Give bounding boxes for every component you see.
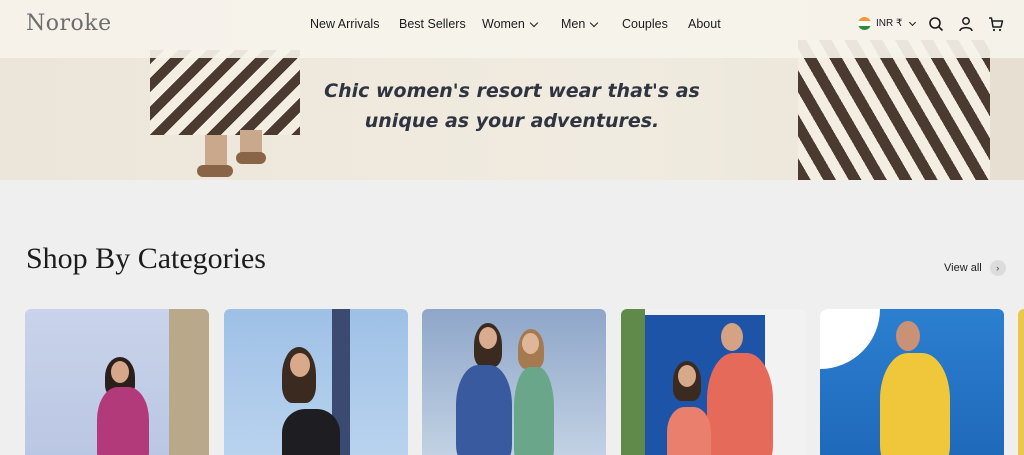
cart-icon[interactable] xyxy=(988,16,1004,32)
category-card[interactable] xyxy=(621,309,805,455)
plant xyxy=(621,309,645,455)
person-head xyxy=(479,327,497,349)
person-outfit xyxy=(880,353,950,455)
person-outfit xyxy=(97,387,149,455)
hero-leg xyxy=(205,135,227,165)
hero-sandal xyxy=(197,165,233,177)
currency-label: INR ₹ xyxy=(876,18,903,29)
search-icon[interactable] xyxy=(928,16,944,32)
category-card-partial[interactable] xyxy=(1018,309,1024,455)
person-outfit xyxy=(514,367,554,455)
person-head xyxy=(896,321,920,351)
nav-men[interactable]: Men xyxy=(561,17,599,31)
chevron-down-icon xyxy=(529,18,539,27)
category-card[interactable] xyxy=(820,309,1004,455)
chevron-down-icon xyxy=(590,18,599,27)
hero-tagline-line2: unique as your adventures. xyxy=(364,110,660,132)
hero-sandal xyxy=(236,152,266,164)
chevron-right-icon: › xyxy=(989,260,1006,276)
view-all-label: View all xyxy=(944,262,982,274)
view-all-link[interactable]: View all › xyxy=(944,260,1006,276)
sail-fabric xyxy=(169,309,209,455)
person-head xyxy=(290,353,310,377)
nav-label: About xyxy=(688,17,721,31)
person-outfit xyxy=(667,407,711,455)
nav-label: Men xyxy=(561,17,586,31)
category-card[interactable] xyxy=(224,309,408,455)
person-outfit xyxy=(456,365,512,455)
india-flag-icon xyxy=(858,17,871,30)
hero-striped-dress-right xyxy=(798,40,993,180)
nav-label: Best Sellers xyxy=(399,17,466,31)
currency-selector[interactable]: INR ₹ xyxy=(858,17,917,30)
nav-about[interactable]: About xyxy=(688,17,721,31)
hero-tagline: Chic women's resort wear that's as uniqu… xyxy=(310,76,714,136)
nav-women[interactable]: Women xyxy=(482,17,539,31)
category-card[interactable] xyxy=(25,309,209,455)
person-head xyxy=(678,365,696,387)
nav-label: Women xyxy=(482,17,525,31)
person-outfit xyxy=(282,409,340,455)
section-title-categories: Shop By Categories xyxy=(26,242,266,275)
nav-couples[interactable]: Couples xyxy=(622,17,668,31)
hero-striped-skirt-left xyxy=(150,50,300,135)
nav-best-sellers[interactable]: Best Sellers xyxy=(399,17,466,31)
site-header: Noroke New Arrivals Best Sellers Women M… xyxy=(0,0,1024,58)
person-outfit xyxy=(707,353,773,455)
nav-new-arrivals[interactable]: New Arrivals xyxy=(310,17,379,31)
person-head xyxy=(721,323,743,351)
category-card[interactable] xyxy=(422,309,606,455)
nav-label: Couples xyxy=(622,17,668,31)
person-head xyxy=(111,361,129,383)
brand-logo[interactable]: Noroke xyxy=(26,11,112,36)
person-head xyxy=(522,333,539,354)
account-icon[interactable] xyxy=(958,16,974,32)
hero-tagline-line1: Chic women's resort wear that's as xyxy=(324,80,700,102)
nav-label: New Arrivals xyxy=(310,17,380,31)
chevron-down-icon xyxy=(909,18,917,26)
